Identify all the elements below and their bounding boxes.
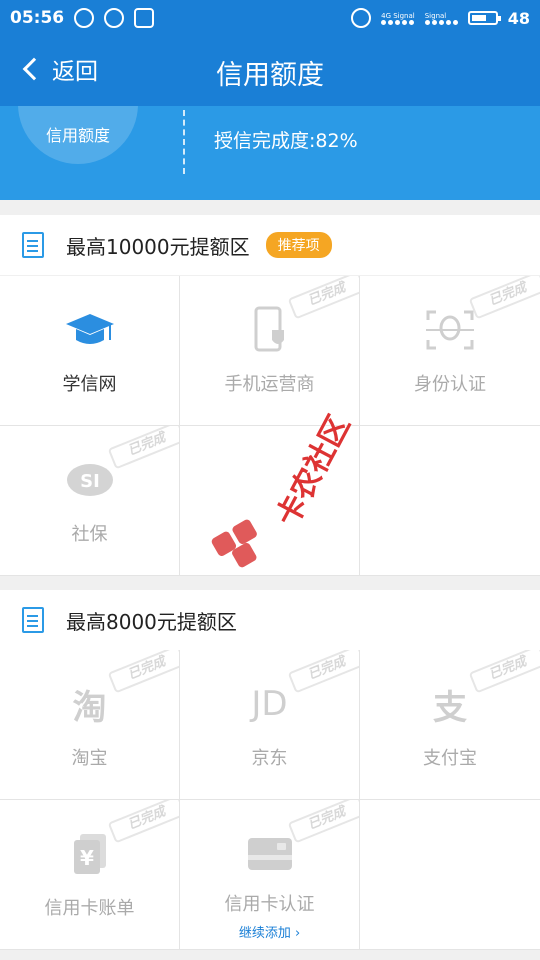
item-label: 京东 — [251, 748, 288, 769]
item-label: 身份认证 — [414, 374, 486, 395]
completed-stamp: 已完成 — [287, 650, 359, 694]
item-label: 支付宝 — [423, 748, 477, 769]
item-credit-card-auth[interactable]: 信用卡认证 继续添加 › 已完成 — [180, 800, 360, 950]
completed-stamp: 已完成 — [107, 800, 179, 844]
shield-check-icon — [134, 8, 155, 28]
section-header-8000: 最高8000元提额区 — [0, 590, 540, 650]
credit-card-bill-icon: ¥ — [64, 828, 116, 880]
empty-cell — [180, 426, 360, 576]
empty-cell — [360, 426, 540, 576]
completed-stamp: 已完成 — [287, 800, 359, 844]
jd-icon: JD — [251, 684, 288, 724]
divider — [183, 110, 185, 174]
svg-text:¥: ¥ — [80, 846, 94, 870]
completed-stamp: 已完成 — [468, 276, 540, 320]
item-xuexin[interactable]: 学信网 — [0, 276, 180, 426]
completed-stamp: 已完成 — [287, 276, 359, 320]
svg-text:SI: SI — [80, 471, 100, 492]
phone-shield-icon — [244, 304, 296, 356]
social-security-icon: SI — [64, 454, 116, 506]
signal-indicator-1: 4G Signal — [381, 12, 415, 25]
face-scan-icon — [424, 304, 476, 356]
credit-card-icon — [244, 828, 296, 880]
item-social-security[interactable]: SI 社保 已完成 — [0, 426, 180, 576]
alipay-icon: 支 — [433, 687, 467, 728]
item-mobile-carrier[interactable]: 手机运营商 已完成 — [180, 276, 360, 426]
item-label: 学信网 — [62, 374, 117, 395]
weibo-icon — [104, 8, 125, 28]
credit-hero: 信用额度 授信完成度:82% — [0, 106, 540, 200]
message-icon — [74, 8, 95, 28]
item-identity[interactable]: 身份认证 已完成 — [360, 276, 540, 426]
phone-call-icon — [351, 8, 372, 28]
completed-stamp: 已完成 — [107, 426, 179, 470]
nav-bar: 返回 信用额度 — [0, 36, 540, 106]
credit-circle-label: 信用额度 — [45, 126, 110, 145]
section-header-10000: 最高10000元提额区 推荐项 — [0, 215, 540, 275]
item-label: 信用卡账单 — [44, 898, 135, 919]
item-alipay[interactable]: 支 支付宝 已完成 — [360, 650, 540, 800]
status-time: 05:56 — [10, 8, 65, 28]
signal-indicator-2: Signal — [424, 12, 458, 25]
item-jd[interactable]: JD 京东 已完成 — [180, 650, 360, 800]
section-grid-8000: 淘 淘宝 已完成 JD 京东 已完成 支 支付宝 已完成 ¥ 信用卡账单 已完成 — [0, 650, 540, 950]
empty-cell — [360, 800, 540, 950]
recommended-badge: 推荐项 — [265, 232, 332, 258]
completed-stamp: 已完成 — [468, 650, 540, 694]
credit-progress: 授信完成度:82% — [214, 130, 358, 152]
item-label: 淘宝 — [71, 748, 108, 769]
item-label: 信用卡认证 — [224, 894, 315, 915]
page-title: 信用额度 — [216, 60, 324, 91]
battery-icon — [467, 11, 501, 25]
battery-level: 48 — [507, 8, 530, 28]
completed-stamp: 已完成 — [107, 650, 179, 694]
status-bar: 05:56 4G Signal Signal 48 — [0, 0, 540, 36]
credit-circle: 信用额度 — [18, 106, 138, 164]
item-credit-card-bill[interactable]: ¥ 信用卡账单 已完成 — [0, 800, 180, 950]
bill-icon — [22, 232, 44, 258]
section-title: 最高8000元提额区 — [66, 609, 237, 634]
taobao-icon: 淘 — [72, 687, 107, 728]
item-label: 社保 — [71, 524, 108, 545]
section-title: 最高10000元提额区 — [66, 234, 250, 259]
item-taobao[interactable]: 淘 淘宝 已完成 — [0, 650, 180, 800]
graduation-cap-icon — [64, 304, 116, 356]
section-grid-10000: 学信网 手机运营商 已完成 身份认证 已完成 SI 社保 已完成 — [0, 276, 540, 576]
bill-icon — [22, 607, 44, 633]
continue-add-link[interactable]: 继续添加 › — [239, 922, 300, 941]
item-label: 手机运营商 — [224, 374, 315, 395]
